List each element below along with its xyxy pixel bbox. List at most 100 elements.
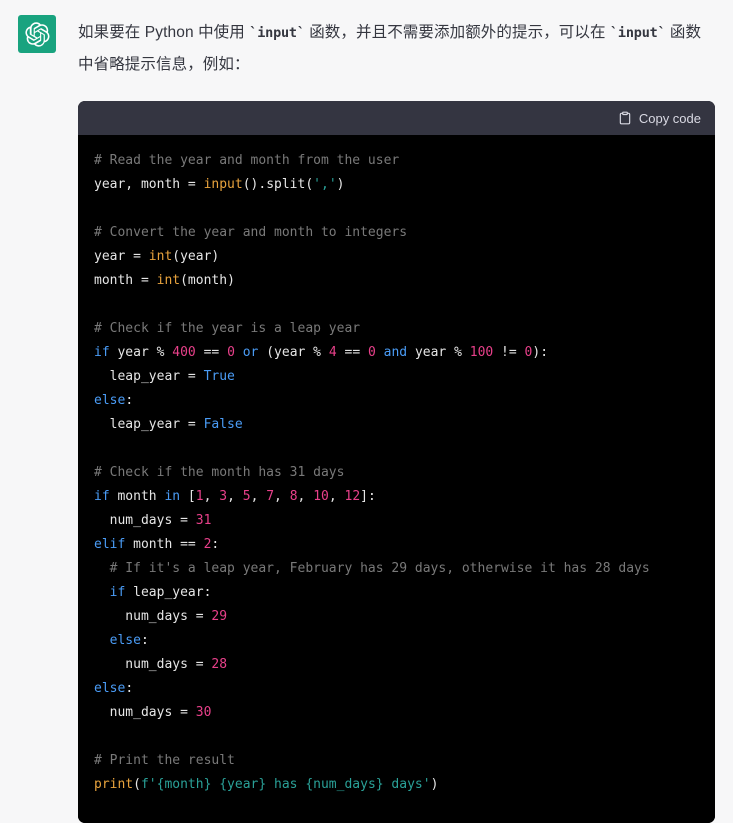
code-token: ==: [195, 345, 228, 360]
code-token: 0: [367, 345, 376, 360]
code-token: False: [203, 417, 243, 432]
code-line: year, month = input().split(','): [78, 173, 715, 197]
chatgpt-avatar: [18, 15, 56, 53]
code-token: leap_year =: [94, 369, 204, 384]
code-token: 3: [219, 489, 228, 504]
clipboard-icon: [618, 111, 632, 125]
code-token: leap_year:: [125, 585, 212, 600]
code-token: # Convert the year and month to integers: [94, 225, 408, 240]
code-line: # If it's a leap year, February has 29 d…: [78, 557, 715, 581]
code-token: :: [125, 393, 134, 408]
code-token: ().split(: [242, 177, 314, 192]
code-token: leap_year =: [94, 417, 204, 432]
code-line: leap_year = True: [78, 365, 715, 389]
code-token: year =: [94, 249, 149, 264]
code-line: # Check if the year is a leap year: [78, 317, 715, 341]
code-token: 5: [242, 489, 251, 504]
code-token: (year %: [258, 345, 329, 360]
code-token: (year): [172, 249, 220, 264]
code-token: if: [109, 585, 126, 600]
assistant-message-row: 如果要在 Python 中使用 `input` 函数，并且不需要添加额外的提示，…: [0, 0, 733, 823]
code-token: 12: [344, 489, 361, 504]
code-token: # If it's a leap year, February has 29 d…: [94, 561, 650, 576]
code-token: and: [383, 345, 408, 360]
inline-code-input-1: `input`: [249, 25, 305, 41]
code-token: 10: [313, 489, 329, 504]
code-token: int: [156, 273, 181, 288]
code-line: year = int(year): [78, 245, 715, 269]
code-block: Copy code # Read the year and month from…: [78, 101, 715, 823]
code-token: ]:: [360, 489, 376, 504]
code-token: year, month =: [94, 177, 204, 192]
code-token: 7: [266, 489, 275, 504]
code-block-header: Copy code: [78, 101, 715, 135]
copy-code-label: Copy code: [638, 110, 701, 126]
code-token: ): [430, 777, 439, 792]
paragraph-text-2: 函数，并且不需要添加额外的提示，可以在: [304, 24, 610, 41]
code-token: input: [203, 177, 243, 192]
code-token: :: [211, 537, 220, 552]
code-token: num_days =: [94, 513, 196, 528]
code-token: ,: [227, 489, 243, 504]
code-token: num_days =: [94, 657, 212, 672]
code-line: num_days = 28: [78, 653, 715, 677]
code-token: ,: [274, 489, 290, 504]
code-content[interactable]: # Read the year and month from the user y…: [78, 135, 715, 823]
inline-code-input-2: `input`: [610, 25, 666, 41]
code-token: year %: [407, 345, 470, 360]
code-token: 1: [195, 489, 204, 504]
message-paragraph: 如果要在 Python 中使用 `input` 函数，并且不需要添加额外的提示，…: [78, 14, 715, 80]
code-token: (month): [180, 273, 235, 288]
copy-code-button[interactable]: Copy code: [618, 111, 701, 125]
code-line: if year % 400 == 0 or (year % 4 == 0 and…: [78, 341, 715, 365]
code-line: else:: [78, 389, 715, 413]
code-token: ==: [336, 345, 368, 360]
message-content: 如果要在 Python 中使用 `input` 函数，并且不需要添加额外的提示，…: [78, 14, 715, 823]
code-token: ',': [313, 177, 337, 192]
code-token: f'{month} {year} has {num_days} days': [140, 777, 431, 792]
code-token: True: [203, 369, 235, 384]
code-token: month: [109, 489, 165, 504]
code-token: year %: [109, 345, 173, 360]
code-line: # Check if the month has 31 days: [78, 461, 715, 485]
code-token: ): [336, 177, 345, 192]
code-token: ,: [328, 489, 345, 504]
code-token: else: [109, 633, 141, 648]
code-token: # Check if the month has 31 days: [94, 465, 345, 480]
code-token: 30: [195, 705, 212, 720]
code-token: 8: [289, 489, 298, 504]
code-token: :: [140, 633, 149, 648]
code-line: leap_year = False: [78, 413, 715, 437]
code-token: # Read the year and month from the user: [94, 153, 400, 168]
code-token: in: [164, 489, 181, 504]
code-token: 29: [211, 609, 228, 624]
code-token: :: [125, 681, 134, 696]
code-line: num_days = 30: [78, 701, 715, 725]
code-line: if month in [1, 3, 5, 7, 8, 10, 12]:: [78, 485, 715, 509]
code-token: num_days =: [94, 609, 212, 624]
code-token: (: [133, 777, 141, 792]
code-line: num_days = 31: [78, 509, 715, 533]
chatgpt-logo-icon: [24, 21, 50, 47]
code-token: month ==: [125, 537, 204, 552]
code-token: month =: [94, 273, 157, 288]
code-token: # Print the result: [94, 753, 235, 768]
code-token: 0: [227, 345, 235, 360]
code-token: [: [180, 489, 196, 504]
code-line: # Read the year and month from the user: [78, 149, 715, 173]
code-token: 31: [195, 513, 212, 528]
code-line: # Convert the year and month to integers: [78, 221, 715, 245]
paragraph-text-1: 如果要在 Python 中使用: [78, 24, 250, 41]
code-token: else: [94, 393, 126, 408]
code-token: !=: [493, 345, 525, 360]
code-line: # Print the result: [78, 749, 715, 773]
code-line: if leap_year:: [78, 581, 715, 605]
code-line: month = int(month): [78, 269, 715, 293]
code-token: 100: [469, 345, 494, 360]
